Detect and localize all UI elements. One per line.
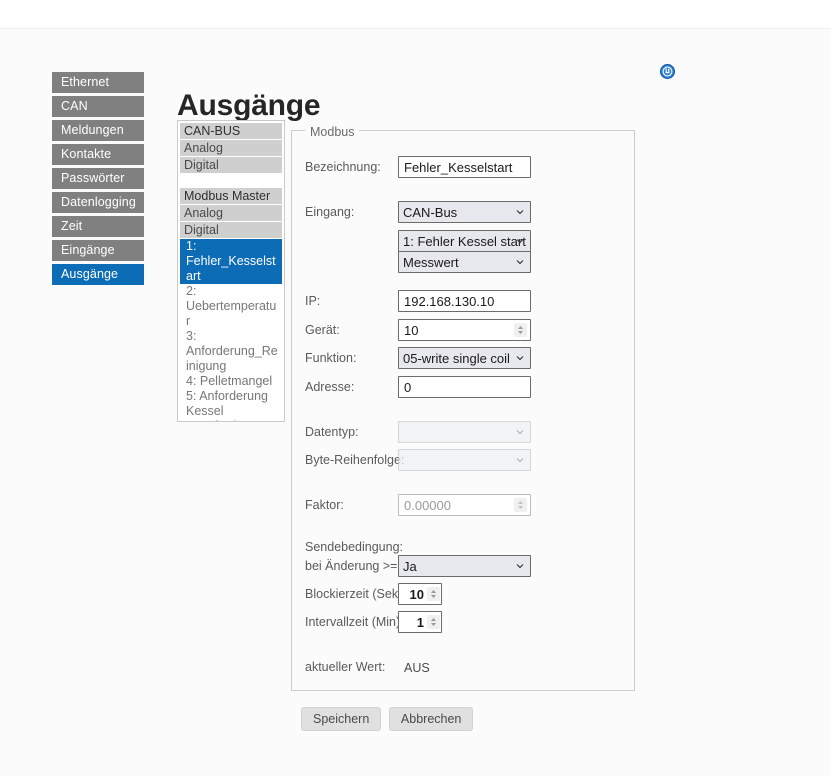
tree-item-output-2[interactable]: 2: Uebertemperatur bbox=[180, 284, 282, 329]
tree-group-can-analog[interactable]: Analog bbox=[180, 140, 282, 156]
tree-item-output-6[interactable]: 6: Anforderung bbox=[180, 419, 282, 421]
datentyp-select-wrap bbox=[398, 421, 531, 443]
byte-reihenfolge-select[interactable] bbox=[398, 449, 531, 471]
tree-group-can-digital[interactable]: Digital bbox=[180, 157, 282, 173]
sidebar-item-ausgaenge[interactable]: Ausgänge bbox=[52, 264, 144, 285]
eingang-channel-select[interactable]: 1: Fehler Kessel start bbox=[398, 230, 531, 252]
tree-group-modbus-master[interactable]: Modbus Master bbox=[180, 188, 282, 204]
eingang-type-select[interactable]: Messwert bbox=[398, 251, 531, 273]
sidebar-item-eingaenge[interactable]: Eingänge bbox=[52, 240, 144, 261]
funktion-select[interactable]: 05-write single coil bbox=[398, 347, 531, 369]
label-byte-reihenfolge: Byte-Reihenfolge: bbox=[305, 453, 405, 467]
eingang-type-select-wrap: Messwert bbox=[398, 251, 531, 273]
tree-group-modbus-digital[interactable]: Digital bbox=[180, 222, 282, 238]
label-blockierzeit: Blockierzeit (Sek): bbox=[305, 587, 406, 601]
sidebar-item-datenlogging[interactable]: Datenlogging bbox=[52, 192, 144, 213]
top-chrome-strip bbox=[0, 0, 831, 29]
tree-item-output-3[interactable]: 3: Anforderung_Reinigung bbox=[180, 329, 282, 374]
tree-item-output-1[interactable]: 1: Fehler_Kesselstart bbox=[180, 239, 282, 284]
geraet-input[interactable] bbox=[399, 320, 530, 340]
adresse-input[interactable] bbox=[398, 376, 531, 398]
label-ip: IP: bbox=[305, 294, 321, 308]
label-bei-aenderung: bei Änderung >= bbox=[305, 559, 398, 573]
bei-aenderung-select-wrap: Ja bbox=[398, 555, 531, 577]
save-button[interactable]: Speichern bbox=[301, 707, 382, 731]
faktor-input[interactable] bbox=[399, 495, 530, 515]
label-intervallzeit: Intervallzeit (Min): bbox=[305, 615, 404, 629]
sidebar-item-ethernet[interactable]: Ethernet bbox=[52, 72, 144, 93]
form-button-bar: Speichern Abbrechen bbox=[301, 707, 477, 731]
label-funktion: Funktion: bbox=[305, 351, 357, 365]
tree-item-output-5[interactable]: 5: Anforderung Kessel bbox=[180, 389, 282, 419]
eingang-channel-select-wrap: 1: Fehler Kessel start bbox=[398, 230, 531, 252]
output-tree-panel[interactable]: CAN-BUS Analog Digital Modbus Master Ana… bbox=[177, 120, 285, 422]
bei-aenderung-select[interactable]: Ja bbox=[398, 555, 531, 577]
faktor-spin-arrows[interactable] bbox=[514, 498, 527, 512]
modbus-fieldset-legend: Modbus bbox=[305, 125, 360, 139]
label-eingang: Eingang: bbox=[305, 205, 355, 219]
info-icon[interactable] bbox=[660, 64, 675, 79]
sidebar-item-passwoerter[interactable]: Passwörter bbox=[52, 168, 144, 189]
sidebar-item-can[interactable]: CAN bbox=[52, 96, 144, 117]
bezeichnung-input[interactable] bbox=[398, 156, 531, 178]
faktor-stepper[interactable] bbox=[398, 494, 531, 516]
intervallzeit-spin-arrows[interactable] bbox=[427, 615, 440, 629]
geraet-spin-arrows[interactable] bbox=[514, 323, 527, 337]
datentyp-select[interactable] bbox=[398, 421, 531, 443]
sidebar-item-meldungen[interactable]: Meldungen bbox=[52, 120, 144, 141]
cancel-button[interactable]: Abbrechen bbox=[388, 707, 474, 731]
eingang-source-select-wrap: CAN-Bus bbox=[398, 201, 531, 223]
label-geraet: Gerät: bbox=[305, 323, 340, 337]
label-adresse: Adresse: bbox=[305, 380, 355, 394]
label-faktor: Faktor: bbox=[305, 498, 344, 512]
tree-item-output-4[interactable]: 4: Pelletmangel bbox=[180, 374, 282, 389]
blockierzeit-stepper[interactable] bbox=[398, 583, 442, 605]
blockierzeit-spin-arrows[interactable] bbox=[427, 587, 440, 601]
tree-group-modbus-analog[interactable]: Analog bbox=[180, 205, 282, 221]
byte-reihenfolge-select-wrap bbox=[398, 449, 531, 471]
intervallzeit-stepper[interactable] bbox=[398, 611, 442, 633]
page-title: Ausgänge bbox=[177, 89, 321, 123]
geraet-stepper[interactable] bbox=[398, 319, 531, 341]
label-datentyp: Datentyp: bbox=[305, 425, 359, 439]
label-bezeichnung: Bezeichnung: bbox=[305, 160, 381, 174]
aktueller-wert-value: AUS bbox=[404, 661, 430, 675]
sidebar-item-zeit[interactable]: Zeit bbox=[52, 216, 144, 237]
tree-group-can-bus[interactable]: CAN-BUS bbox=[180, 123, 282, 139]
funktion-select-wrap: 05-write single coil bbox=[398, 347, 531, 369]
sidebar-item-kontakte[interactable]: Kontakte bbox=[52, 144, 144, 165]
label-aktueller-wert: aktueller Wert: bbox=[305, 660, 386, 674]
sidebar-navigation: Ethernet CAN Meldungen Kontakte Passwört… bbox=[52, 72, 144, 288]
tree-separator bbox=[178, 174, 284, 188]
ip-input[interactable] bbox=[398, 290, 531, 312]
eingang-source-select[interactable]: CAN-Bus bbox=[398, 201, 531, 223]
